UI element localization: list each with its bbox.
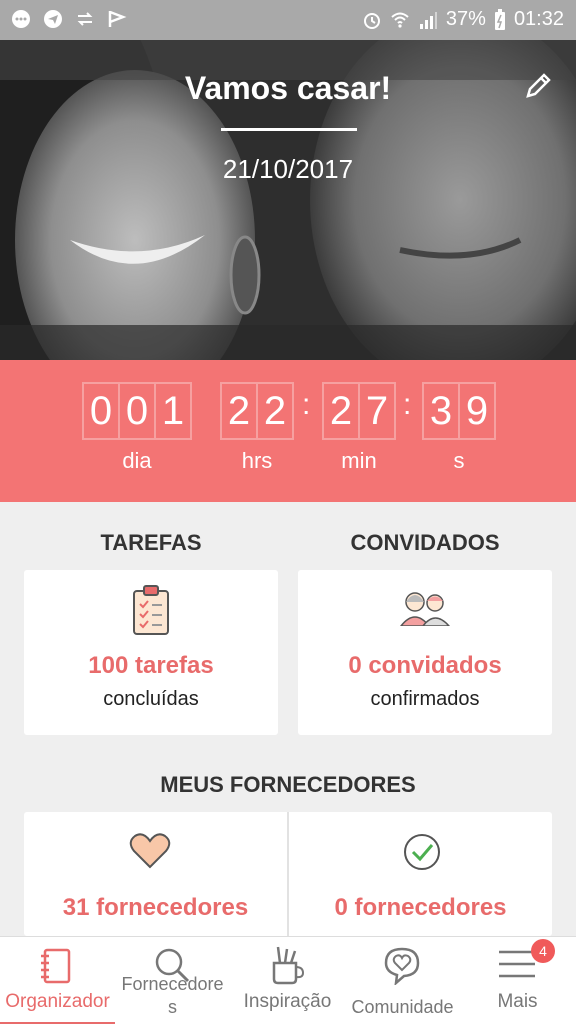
- second-digit: 9: [458, 382, 496, 440]
- hired-suppliers-count: 0 fornecedores: [334, 894, 507, 921]
- minute-digit: 7: [358, 382, 396, 440]
- telegram-icon: [44, 10, 62, 28]
- bottom-navigation: Organizador Fornecedores Inspiração Comu…: [0, 936, 576, 1024]
- days-label: dia: [122, 448, 152, 473]
- signal-icon: [419, 11, 437, 29]
- guests-count: 0 convidados: [348, 652, 502, 679]
- status-bar: 37% 01:32: [0, 0, 576, 40]
- countdown-hours: 2 2: [220, 382, 294, 440]
- guests-sub: confirmados: [370, 688, 480, 710]
- nav-label: Comunidade: [351, 997, 454, 1017]
- nav-comunidade[interactable]: Comunidade: [345, 937, 460, 1024]
- check-circle-icon: [404, 834, 440, 870]
- countdown-panel: 0 0 1 2 2 : 2 7 : 3 9 dia hrs min s: [0, 360, 576, 502]
- nav-label: Inspiração: [243, 991, 332, 1012]
- wedding-date: 21/10/2017: [222, 154, 354, 184]
- alarm-icon: [363, 12, 380, 29]
- tasks-card[interactable]: 100 tarefas concluídas: [24, 570, 278, 735]
- heart-icon: [129, 833, 171, 869]
- flag-icon: [108, 10, 127, 27]
- colon-separator: :: [403, 388, 412, 421]
- second-digit: 3: [422, 382, 460, 440]
- clock: 01:32: [513, 8, 564, 30]
- nav-label: Fornecedores: [121, 974, 224, 1017]
- title-divider: [221, 128, 357, 131]
- couple-photo-header: Vamos casar! 21/10/2017: [0, 40, 576, 360]
- hired-suppliers[interactable]: 0 fornecedores: [289, 812, 552, 936]
- edit-pencil-icon[interactable]: [522, 70, 554, 102]
- suppliers-card: 31 fornecedores 0 fornecedores: [24, 812, 552, 936]
- clipboard-checklist-icon: [133, 585, 169, 635]
- heart-bubble-icon: [384, 947, 420, 985]
- transfer-icon: [77, 12, 93, 26]
- page-title: Vamos casar!: [184, 70, 392, 106]
- countdown-minutes: 2 7: [322, 382, 396, 440]
- hour-digit: 2: [220, 382, 258, 440]
- countdown-seconds: 3 9: [422, 382, 496, 440]
- colon-separator: :: [302, 388, 311, 421]
- seconds-label: s: [453, 448, 465, 473]
- day-digit: 1: [154, 382, 192, 440]
- nav-organizador[interactable]: Organizador: [0, 937, 115, 1024]
- nav-label: Organizador: [5, 991, 110, 1012]
- suppliers-title: MEUS FORNECEDORES: [160, 772, 416, 797]
- minute-digit: 2: [322, 382, 360, 440]
- guests-card[interactable]: 0 convidados confirmados: [298, 570, 552, 735]
- notebook-icon: [41, 948, 71, 984]
- tasks-sub: concluídas: [103, 688, 199, 710]
- pencil-cup-icon: [272, 946, 304, 985]
- nav-mais[interactable]: 4 Mais: [460, 937, 575, 1024]
- day-digit: 0: [118, 382, 156, 440]
- guests-title: CONVIDADOS: [350, 530, 500, 555]
- hour-digit: 2: [256, 382, 294, 440]
- battery-icon: [494, 8, 505, 30]
- chat-icon: [12, 10, 30, 28]
- notification-badge: 4: [531, 939, 555, 963]
- tasks-count: 100 tarefas: [88, 652, 214, 679]
- countdown-days: 0 0 1: [82, 382, 192, 440]
- nav-label: Mais: [497, 991, 538, 1012]
- tasks-title: TAREFAS: [100, 530, 202, 555]
- saved-suppliers-count: 31 fornecedores: [62, 894, 249, 921]
- nav-fornecedores[interactable]: Fornecedores: [115, 937, 230, 1024]
- guests-couple-icon: [400, 592, 450, 626]
- battery-percent: 37%: [445, 8, 486, 30]
- wifi-icon: [391, 12, 409, 28]
- hours-label: hrs: [241, 448, 273, 473]
- minutes-label: min: [341, 448, 377, 473]
- saved-suppliers[interactable]: 31 fornecedores: [24, 812, 287, 936]
- nav-inspiracao[interactable]: Inspiração: [230, 937, 345, 1024]
- day-digit: 0: [82, 382, 120, 440]
